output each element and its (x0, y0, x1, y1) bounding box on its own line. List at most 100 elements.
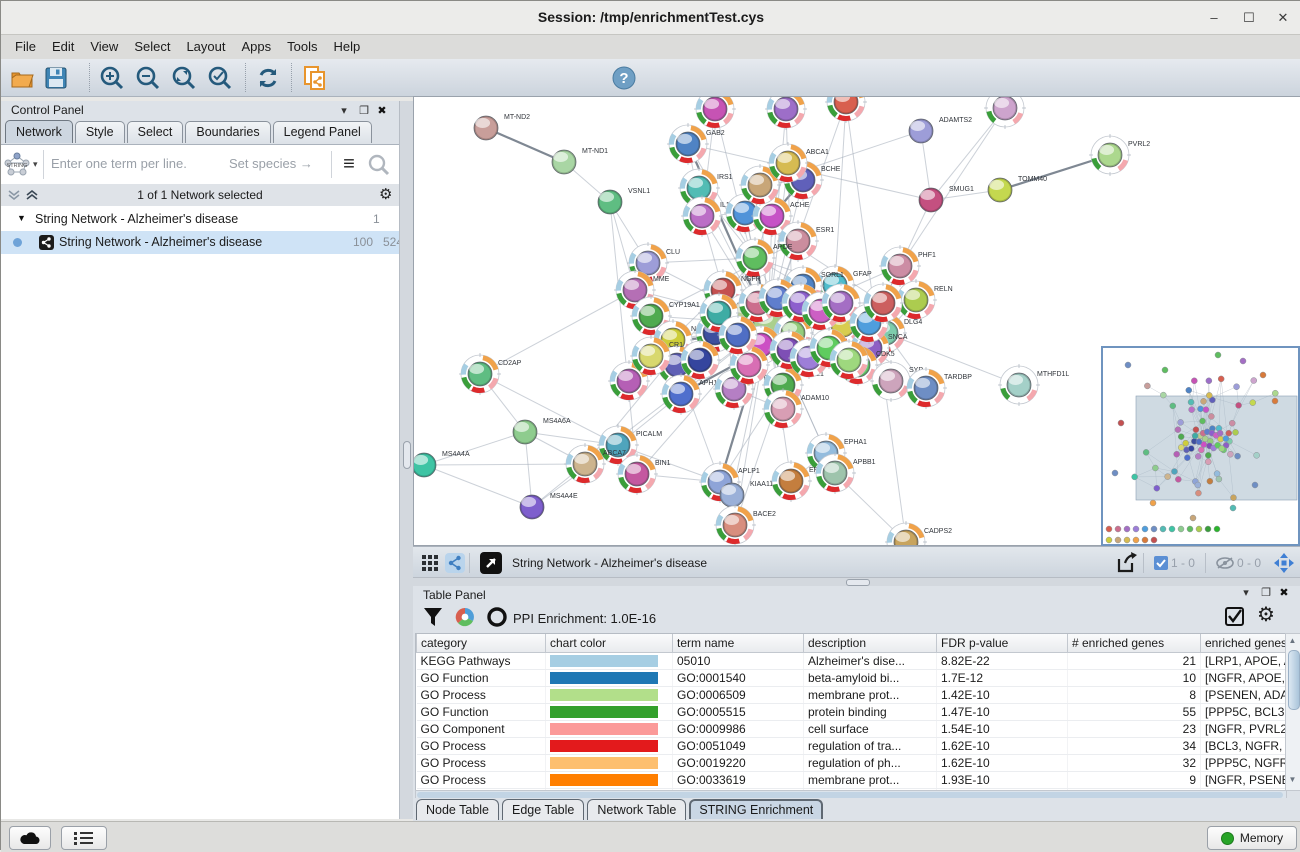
network-node-cd2ap[interactable]: CD2AP (459, 353, 522, 395)
panel-menu-icon[interactable]: ▾ (337, 104, 351, 117)
tab-network[interactable]: Network (5, 120, 73, 143)
tree-expander-icon[interactable]: ▼ (17, 213, 26, 223)
export-network-icon[interactable] (1115, 551, 1139, 575)
column-header-enriched-genes[interactable]: enriched genes (1201, 634, 1288, 653)
string-search-icon[interactable] (367, 153, 391, 182)
zoom-out-icon[interactable] (133, 63, 163, 92)
menu-item-apps[interactable]: Apps (234, 35, 280, 58)
options-menu-icon[interactable]: ≡ (331, 151, 366, 178)
network-node[interactable] (984, 97, 1026, 129)
column-header-chart-color[interactable]: chart color (546, 634, 673, 653)
open-session-icon[interactable] (7, 63, 37, 92)
network-node-adamts2[interactable]: ADAMTS2 (909, 117, 972, 143)
ring-chart-icon[interactable] (487, 607, 507, 627)
network-node[interactable] (765, 97, 807, 130)
network-node-mt-nd1[interactable]: MT-ND1 (552, 148, 608, 174)
grid-view-icon[interactable] (421, 554, 439, 572)
save-session-icon[interactable] (41, 63, 71, 92)
network-node-cadps2[interactable]: CADPS2 (885, 521, 952, 545)
tab-select[interactable]: Select (127, 121, 184, 143)
chart-settings-icon[interactable] (455, 607, 475, 627)
selected-checkbox-icon[interactable] (1154, 556, 1168, 570)
network-row-selected[interactable]: String Network - Alzheimer's disease 100… (1, 231, 399, 254)
tab-edge-table[interactable]: Edge Table (502, 799, 584, 820)
enrichment-row[interactable]: GO FunctionGO:0005515protein binding1.47… (417, 704, 1288, 721)
menu-item-tools[interactable]: Tools (279, 35, 325, 58)
enrichment-row[interactable]: KEGG Pathways05010Alzheimer's dise...8.8… (417, 653, 1288, 670)
network-node-mthfd1l[interactable]: MTHFD1L (998, 364, 1069, 406)
network-node-bace2[interactable]: BACE2 (714, 504, 776, 545)
panel-menu-icon[interactable]: ▾ (1239, 586, 1253, 599)
memory-button[interactable]: Memory (1207, 826, 1297, 850)
tab-legend-panel[interactable]: Legend Panel (273, 121, 372, 143)
network-node-esr1[interactable]: ESR1 (777, 220, 834, 262)
share-view-icon[interactable] (445, 553, 465, 573)
scrollbar-thumb[interactable] (1288, 650, 1300, 710)
fullscreen-view-icon[interactable] (480, 552, 502, 574)
network-node-adam10[interactable]: ADAM10 (762, 388, 829, 430)
network-node-phf1[interactable]: PHF1 (879, 245, 936, 287)
enrichment-row[interactable]: GO ProcessGO:0019220regulation of ph...1… (417, 755, 1288, 772)
network-node-ms4a4e[interactable]: MS4A4E (520, 493, 578, 519)
network-node[interactable] (694, 97, 736, 130)
select-all-checkbox-icon[interactable] (1225, 607, 1245, 627)
tab-boundaries[interactable]: Boundaries (185, 121, 270, 143)
network-node-ms4a6a[interactable]: MS4A6A (513, 418, 571, 444)
menu-item-view[interactable]: View (82, 35, 126, 58)
network-node-reln[interactable]: RELN (895, 279, 953, 321)
table-splitter-grip[interactable] (846, 579, 870, 586)
copy-network-icon[interactable] (301, 63, 331, 92)
minimize-button[interactable]: – (1206, 10, 1222, 26)
zoom-in-icon[interactable] (97, 63, 127, 92)
gear-icon[interactable]: ⚙ (379, 185, 392, 203)
string-logo[interactable]: STRING ▾ (3, 150, 44, 179)
enrichment-row[interactable]: GO ProcessGO:0006509membrane prot...1.42… (417, 687, 1288, 704)
column-header-term-name[interactable]: term name (673, 634, 804, 653)
menu-item-help[interactable]: Help (326, 35, 369, 58)
enrichment-row[interactable]: GO ProcessGO:0033619membrane prot...1.93… (417, 772, 1288, 789)
cloud-tasks-button[interactable] (9, 826, 51, 850)
panel-float-icon[interactable]: ❐ (1259, 586, 1273, 599)
task-list-button[interactable] (61, 826, 107, 850)
pan-navigation-icon[interactable] (1273, 552, 1295, 574)
network-node-tomm40[interactable]: TOMM40 (988, 176, 1047, 202)
scroll-down-icon[interactable]: ▼ (1287, 774, 1298, 786)
menu-item-file[interactable]: File (7, 35, 44, 58)
menu-item-edit[interactable]: Edit (44, 35, 82, 58)
enrichment-table[interactable]: categorychart colorterm namedescriptionF… (415, 633, 1287, 791)
tab-style[interactable]: Style (75, 121, 125, 143)
zoom-selected-icon[interactable] (205, 63, 235, 92)
network-node-pvrl2[interactable]: PVRL2 (1089, 134, 1150, 176)
network-node-ms4a4a[interactable]: MS4A4A (414, 451, 470, 477)
enrichment-row[interactable]: GO FunctionGO:0001540beta-amyloid bi...1… (417, 670, 1288, 687)
species-selector[interactable]: Set species → (229, 156, 313, 171)
column-header-category[interactable]: category (417, 634, 546, 653)
tab-node-table[interactable]: Node Table (416, 799, 499, 820)
enrichment-row[interactable]: GO ComponentGO:0009986cell surface1.54E-… (417, 721, 1288, 738)
network-node-vsnl1[interactable]: VSNL1 (598, 188, 650, 214)
close-button[interactable]: ✕ (1275, 10, 1291, 26)
scroll-up-icon[interactable]: ▲ (1287, 635, 1298, 647)
network-node-aph1a[interactable]: APH1A (660, 373, 722, 415)
network-node-tardbp[interactable]: TARDBP (905, 367, 972, 409)
network-node-kiaa1149[interactable]: KIAA1149 (720, 481, 781, 507)
filter-icon[interactable] (423, 607, 443, 627)
help-icon[interactable]: ? (609, 63, 639, 92)
vertical-scrollbar[interactable]: ▲ ▼ (1285, 633, 1300, 791)
menu-item-select[interactable]: Select (126, 35, 178, 58)
column-header-description[interactable]: description (804, 634, 937, 653)
tab-network-table[interactable]: Network Table (587, 799, 686, 820)
tab-string-enrichment[interactable]: STRING Enrichment (689, 799, 823, 819)
panel-float-icon[interactable]: ❐ (357, 104, 371, 117)
panel-close-icon[interactable]: ✖ (1277, 586, 1291, 599)
column-header--enriched-genes[interactable]: # enriched genes (1068, 634, 1201, 653)
network-node-apbb1[interactable]: APBB1 (814, 452, 876, 494)
refresh-network-icon[interactable] (253, 63, 283, 92)
network-node-gab2[interactable]: GAB2 (667, 123, 725, 165)
zoom-fit-icon[interactable] (169, 63, 199, 92)
splitter-grip[interactable] (403, 441, 411, 469)
enrichment-row[interactable]: GO ProcessGO:0051049regulation of tra...… (417, 738, 1288, 755)
gear-icon[interactable]: ⚙ (1257, 602, 1275, 627)
maximize-button[interactable]: ☐ (1241, 10, 1257, 26)
panel-close-icon[interactable]: ✖ (375, 104, 389, 117)
